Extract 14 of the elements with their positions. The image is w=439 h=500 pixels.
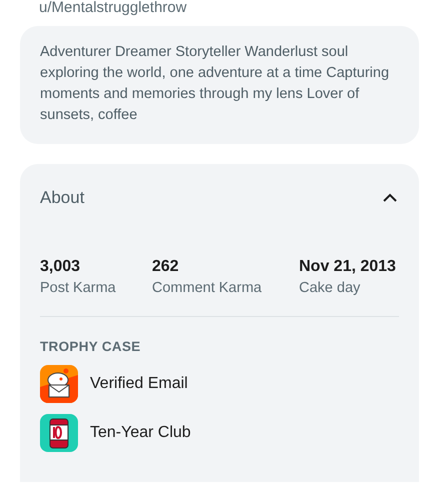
stat-value: Nov 21, 2013 (299, 258, 397, 276)
trophy-name: Verified Email (90, 375, 188, 393)
stat-label: Comment Karma (152, 280, 263, 296)
username: u/Mentalstrugglethrow (39, 0, 188, 16)
stat-value: 262 (152, 258, 180, 276)
stat-label: Post Karma (40, 280, 117, 296)
snoo-envelope-icon (40, 365, 78, 403)
can-icon (40, 414, 78, 452)
trophy-heading: TROPHY CASE (40, 339, 142, 354)
stat-label: Cake day (299, 280, 362, 296)
trophy-name: Ten-Year Club (90, 424, 191, 442)
section-title: About (40, 188, 84, 208)
stat-value: 3,003 (40, 258, 82, 276)
bio-card: Adventurer Dreamer Storyteller Wanderlust soul exploring the world, one adventure at a time Capturing moments and memories through my lens Lover of sunsets, coffee (20, 26, 419, 144)
